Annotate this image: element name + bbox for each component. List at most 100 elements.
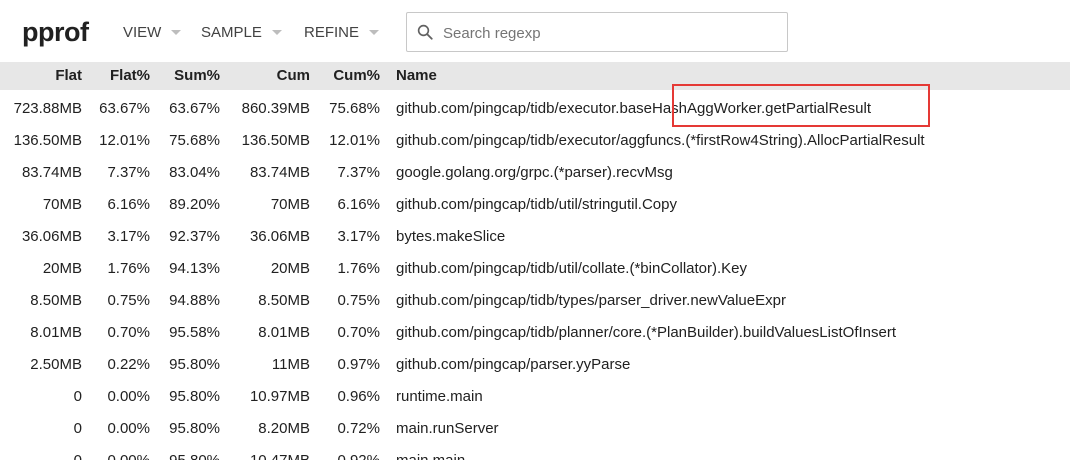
cell-cum-percent: 0.96% xyxy=(337,388,380,405)
cell-sum-percent: 75.68% xyxy=(169,132,220,149)
cell-cum-percent: 6.16% xyxy=(337,196,380,213)
table-row[interactable]: 36.06MB 3.17% 92.37% 36.06MB 3.17% bytes.make… xyxy=(0,220,1070,252)
cell-flat-percent: 1.76% xyxy=(107,260,150,277)
table-row[interactable]: 0 0.00% 95.80% 8.20MB 0.72% main.runServer xyxy=(0,412,1070,444)
refine-menu-label: REFINE xyxy=(304,24,360,41)
cell-cum: 36.06MB xyxy=(249,228,310,245)
cell-cum: 20MB xyxy=(270,260,310,277)
view-menu[interactable]: VIEW xyxy=(123,24,182,41)
cell-flat-percent: 63.67% xyxy=(99,100,150,117)
cell-flat-percent: 0.70% xyxy=(107,324,150,341)
chevron-down-icon xyxy=(369,30,380,35)
cell-sum-percent: 95.80% xyxy=(169,356,220,373)
cell-cum: 860.39MB xyxy=(241,100,310,117)
cell-cum: 136.50MB xyxy=(241,132,310,149)
cell-cum-percent: 12.01% xyxy=(329,132,380,149)
cell-function-name: github.com/pingcap/tidb/types/parser_dri… xyxy=(396,292,786,309)
chevron-down-icon xyxy=(271,30,282,35)
cell-cum: 10.97MB xyxy=(249,388,310,405)
column-header-sum-percent[interactable]: Sum% xyxy=(174,67,220,84)
cell-cum: 8.01MB xyxy=(258,324,310,341)
cell-function-name: github.com/pingcap/tidb/util/stringutil.… xyxy=(396,196,677,213)
cell-flat-percent: 0.75% xyxy=(107,292,150,309)
search-icon xyxy=(417,24,433,40)
cell-flat: 723.88MB xyxy=(13,100,82,117)
column-header-flat-percent[interactable]: Flat% xyxy=(110,67,150,84)
table-row[interactable]: 70MB 6.16% 89.20% 70MB 6.16% github.com/pingc… xyxy=(0,188,1070,220)
cell-function-name: github.com/pingcap/tidb/planner/core.(*P… xyxy=(396,324,897,341)
table-header: Flat Flat% Sum% Cum Cum% Name xyxy=(0,62,1070,90)
cell-flat-percent: 7.37% xyxy=(107,164,150,181)
table-body: 723.88MB 63.67% 63.67% 860.39MB 75.68% github… xyxy=(0,92,1070,460)
sample-menu[interactable]: SAMPLE xyxy=(201,24,282,41)
cell-cum: 70MB xyxy=(270,196,310,213)
cell-cum: 11MB xyxy=(271,356,310,373)
cell-function-name: google.golang.org/grpc.(*parser).recvMsg xyxy=(396,164,673,181)
table-row[interactable]: 0 0.00% 95.80% 10.47MB 0.92% main.main xyxy=(0,444,1070,460)
cell-flat-percent: 12.01% xyxy=(99,132,150,149)
column-header-flat[interactable]: Flat xyxy=(55,67,82,84)
cell-sum-percent: 89.20% xyxy=(169,196,220,213)
cell-cum-percent: 75.68% xyxy=(329,100,380,117)
column-header-name[interactable]: Name xyxy=(396,67,437,84)
cell-sum-percent: 95.80% xyxy=(169,420,220,437)
table-row[interactable]: 20MB 1.76% 94.13% 20MB 1.76% github.com/pingc… xyxy=(0,252,1070,284)
refine-menu[interactable]: REFINE xyxy=(304,24,380,41)
cell-function-name: github.com/pingcap/tidb/util/collate.(*b… xyxy=(396,260,748,277)
app-logo[interactable]: pprof xyxy=(22,17,89,48)
table-row[interactable]: 2.50MB 0.22% 95.80% 11MB 0.97% github.com/pin… xyxy=(0,348,1070,380)
cell-cum: 8.20MB xyxy=(258,420,310,437)
top-bar: pprof VIEW SAMPLE REFINE xyxy=(0,0,1070,62)
cell-cum-percent: 0.70% xyxy=(337,324,380,341)
table-row[interactable]: 8.50MB 0.75% 94.88% 8.50MB 0.75% github.com/p… xyxy=(0,284,1070,316)
cell-sum-percent: 94.13% xyxy=(169,260,220,277)
cell-flat: 0 xyxy=(74,452,82,460)
cell-flat: 0 xyxy=(73,420,82,437)
cell-cum-percent: 3.17% xyxy=(337,228,380,245)
cell-flat: 2.50MB xyxy=(30,356,82,373)
cell-flat-percent: 6.16% xyxy=(107,196,150,213)
cell-sum-percent: 63.67% xyxy=(169,100,220,117)
cell-flat-percent: 3.17% xyxy=(107,228,150,245)
cell-function-name: bytes.makeSlice xyxy=(396,228,506,245)
column-header-cum[interactable]: Cum xyxy=(277,67,310,84)
cell-sum-percent: 92.37% xyxy=(169,228,220,245)
cell-sum-percent: 94.88% xyxy=(169,292,220,309)
cell-function-name: github.com/pingcap/tidb/executor.baseHas… xyxy=(396,100,871,117)
search-input[interactable] xyxy=(441,21,775,45)
table-row[interactable]: 8.01MB 0.70% 95.58% 8.01MB 0.70% github.com/p… xyxy=(0,316,1070,348)
cell-flat: 136.50MB xyxy=(13,132,82,149)
table-row[interactable]: 723.88MB 63.67% 63.67% 860.39MB 75.68% github… xyxy=(0,92,1070,124)
cell-cum: 83.74MB xyxy=(249,164,310,181)
cell-function-name: main.runServer xyxy=(396,420,499,437)
cell-cum: 8.50MB xyxy=(258,292,310,309)
cell-cum-percent: 1.76% xyxy=(337,260,380,277)
cell-cum-percent: 0.75% xyxy=(337,292,380,309)
cell-cum-percent: 0.97% xyxy=(337,356,380,373)
table-row[interactable]: 83.74MB 7.37% 83.04% 83.74MB 7.37% google.gol… xyxy=(0,156,1070,188)
cell-flat: 8.50MB xyxy=(30,292,82,309)
cell-sum-percent: 83.04% xyxy=(169,164,220,181)
cell-cum-percent: 7.37% xyxy=(337,164,380,181)
cell-function-name: github.com/pingcap/tidb/executor/aggfunc… xyxy=(396,132,925,149)
cell-sum-percent: 95.80% xyxy=(169,388,220,405)
view-menu-label: VIEW xyxy=(123,24,162,41)
cell-flat-percent: 0.22% xyxy=(107,356,150,373)
table-row[interactable]: 0 0.00% 95.80% 10.97MB 0.96% runtime.main xyxy=(0,380,1070,412)
cell-cum-percent: 0.72% xyxy=(337,420,380,437)
cell-cum: 10.47MB xyxy=(250,452,310,460)
cell-flat: 70MB xyxy=(42,196,82,213)
chevron-down-icon xyxy=(171,30,182,35)
column-header-cum-percent[interactable]: Cum% xyxy=(333,67,380,84)
cell-function-name: github.com/pingcap/parser.yyParse xyxy=(396,356,631,373)
cell-function-name: runtime.main xyxy=(396,388,483,405)
cell-sum-percent: 95.80% xyxy=(169,452,220,460)
cell-flat-percent: 0.00% xyxy=(107,388,150,405)
cell-cum-percent: 0.92% xyxy=(337,452,380,460)
search-box[interactable] xyxy=(406,12,788,52)
table-row[interactable]: 136.50MB 12.01% 75.68% 136.50MB 12.01% github… xyxy=(0,124,1070,156)
cell-flat: 0 xyxy=(73,388,82,405)
sample-menu-label: SAMPLE xyxy=(201,24,262,41)
cell-flat: 8.01MB xyxy=(30,324,82,341)
cell-flat: 20MB xyxy=(42,260,82,277)
